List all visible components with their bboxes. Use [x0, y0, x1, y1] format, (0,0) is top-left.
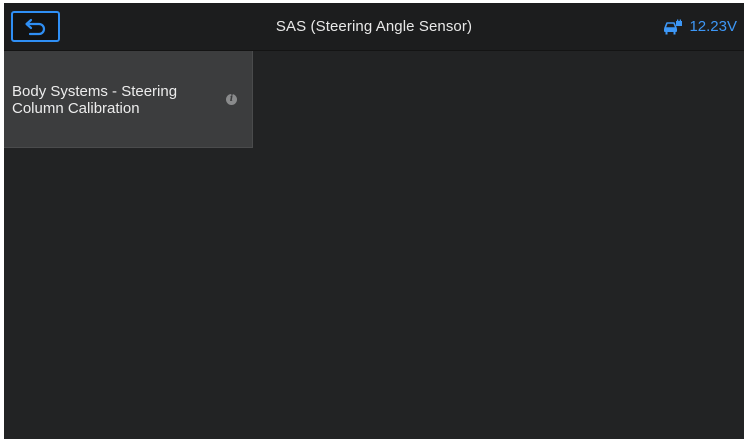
page-title: SAS (Steering Angle Sensor): [275, 18, 473, 35]
function-list: Body Systems - Steering Column Calibrati…: [4, 51, 744, 439]
info-icon[interactable]: i: [226, 94, 237, 105]
app-screen: SAS (Steering Angle Sensor) 12.23V Body …: [4, 3, 744, 439]
function-label: Body Systems - Steering Column Calibrati…: [12, 83, 178, 117]
function-item-steering-column-calibration[interactable]: Body Systems - Steering Column Calibrati…: [4, 51, 253, 148]
voltage-value: 12.23V: [689, 18, 737, 35]
voltage-indicator: 12.23V: [663, 3, 737, 50]
top-bar: SAS (Steering Angle Sensor) 12.23V: [4, 3, 744, 51]
vehicle-battery-icon: [664, 19, 683, 34]
